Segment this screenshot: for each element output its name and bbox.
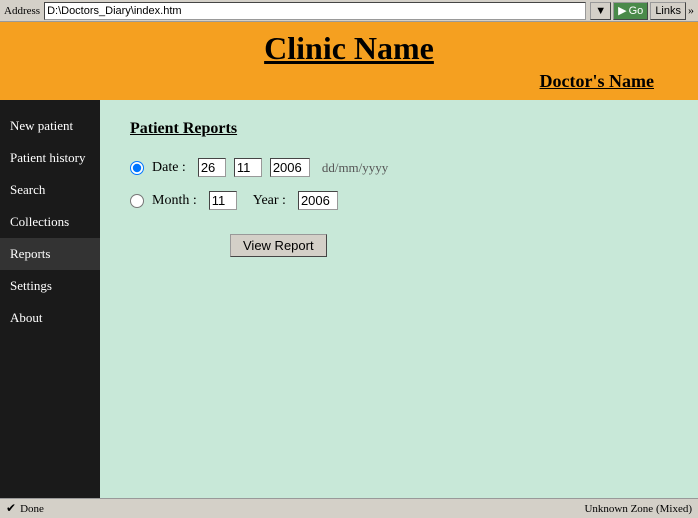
date-hint: dd/mm/yyyy <box>322 160 388 176</box>
report-form: Date : dd/mm/yyyy Month : Year : View Re… <box>130 158 668 257</box>
page-title: Patient Reports <box>130 120 668 138</box>
sidebar-item-about[interactable]: About <box>0 302 100 334</box>
status-left: ✔ Done <box>6 501 44 516</box>
content-area: New patient Patient history Search Colle… <box>0 100 698 498</box>
status-text: Done <box>20 503 44 515</box>
month-radio[interactable] <box>130 194 144 208</box>
sidebar-item-reports[interactable]: Reports <box>0 238 100 270</box>
date-radio[interactable] <box>130 161 144 175</box>
sidebar-item-new-patient[interactable]: New patient <box>0 110 100 142</box>
go-icon: ▶ <box>618 4 626 17</box>
go-button[interactable]: ▶ Go <box>613 2 648 20</box>
sidebar-item-search[interactable]: Search <box>0 174 100 206</box>
sidebar-item-settings[interactable]: Settings <box>0 270 100 302</box>
dropdown-btn[interactable]: ▼ <box>590 2 611 20</box>
main-window: Clinic Name Doctor's Name New patient Pa… <box>0 22 698 518</box>
status-bar: ✔ Done Unknown Zone (Mixed) <box>0 498 698 518</box>
year-input[interactable] <box>298 191 338 210</box>
clinic-name: Clinic Name <box>4 30 694 67</box>
month-date-input[interactable] <box>234 158 262 177</box>
sidebar-item-patient-history[interactable]: Patient history <box>0 142 100 174</box>
month-label: Month : <box>152 193 197 209</box>
doctor-name: Doctor's Name <box>4 67 694 96</box>
header: Clinic Name Doctor's Name <box>0 22 698 100</box>
address-bar: Address ▼ ▶ Go Links » <box>0 0 698 22</box>
view-report-button[interactable]: View Report <box>230 234 327 257</box>
zone-text: Unknown Zone (Mixed) <box>584 503 692 515</box>
month-input[interactable] <box>209 191 237 210</box>
sidebar-item-collections[interactable]: Collections <box>0 206 100 238</box>
day-input[interactable] <box>198 158 226 177</box>
resize-handle: » <box>688 3 694 18</box>
main-content: Patient Reports Date : dd/mm/yyyy Month … <box>100 100 698 498</box>
view-report-row: View Report <box>130 224 668 257</box>
year-date-input[interactable] <box>270 158 310 177</box>
sidebar: New patient Patient history Search Colle… <box>0 100 100 498</box>
links-button[interactable]: Links <box>650 2 686 20</box>
year-label: Year : <box>253 193 286 209</box>
date-label: Date : <box>152 160 186 176</box>
date-row: Date : dd/mm/yyyy <box>130 158 668 177</box>
status-icon: ✔ <box>6 501 16 516</box>
month-year-row: Month : Year : <box>130 191 668 210</box>
address-input[interactable] <box>44 2 586 20</box>
address-label: Address <box>4 5 40 17</box>
